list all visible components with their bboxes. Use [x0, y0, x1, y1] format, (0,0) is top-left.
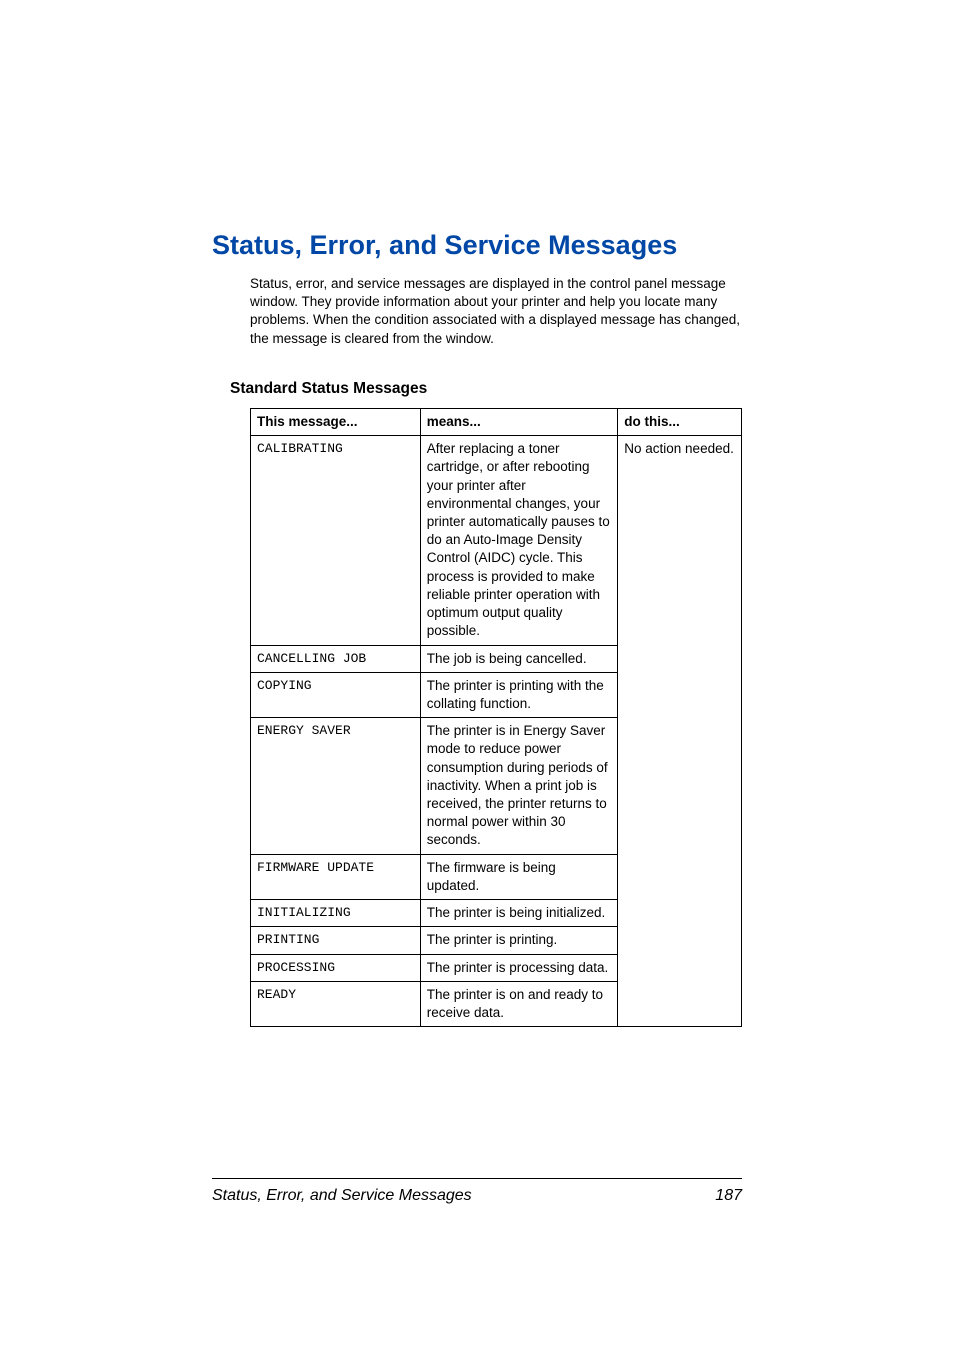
- message-cell: READY: [251, 981, 421, 1026]
- col-header-action: do this...: [618, 408, 742, 435]
- message-cell: ENERGY SAVER: [251, 718, 421, 855]
- means-cell: The printer is printing with the collati…: [420, 672, 618, 717]
- message-cell: PRINTING: [251, 927, 421, 954]
- means-cell: The printer is printing.: [420, 927, 618, 954]
- message-cell: FIRMWARE UPDATE: [251, 854, 421, 899]
- means-cell: The printer is on and ready to receive d…: [420, 981, 618, 1026]
- status-messages-table: This message... means... do this... CALI…: [250, 408, 742, 1027]
- section-heading: Standard Status Messages: [230, 380, 754, 398]
- message-cell: CALIBRATING: [251, 436, 421, 645]
- means-cell: The firmware is being updated.: [420, 854, 618, 899]
- col-header-means: means...: [420, 408, 618, 435]
- table-row: CALIBRATING After replacing a toner cart…: [251, 436, 742, 645]
- action-cell: No action needed.: [618, 436, 742, 1027]
- means-cell: The job is being cancelled.: [420, 645, 618, 672]
- col-header-message: This message...: [251, 408, 421, 435]
- means-cell: The printer is being initialized.: [420, 900, 618, 927]
- means-cell: The printer is in Energy Saver mode to r…: [420, 718, 618, 855]
- means-cell: The printer is processing data.: [420, 954, 618, 981]
- page-title: Status, Error, and Service Messages: [212, 230, 754, 261]
- message-cell: PROCESSING: [251, 954, 421, 981]
- message-cell: INITIALIZING: [251, 900, 421, 927]
- footer-text: Status, Error, and Service Messages: [212, 1187, 472, 1205]
- page-number: 187: [715, 1187, 742, 1205]
- message-cell: CANCELLING JOB: [251, 645, 421, 672]
- page-footer: Status, Error, and Service Messages 187: [212, 1178, 742, 1205]
- means-cell: After replacing a toner cartridge, or af…: [420, 436, 618, 645]
- intro-paragraph: Status, error, and service messages are …: [250, 275, 754, 348]
- message-cell: COPYING: [251, 672, 421, 717]
